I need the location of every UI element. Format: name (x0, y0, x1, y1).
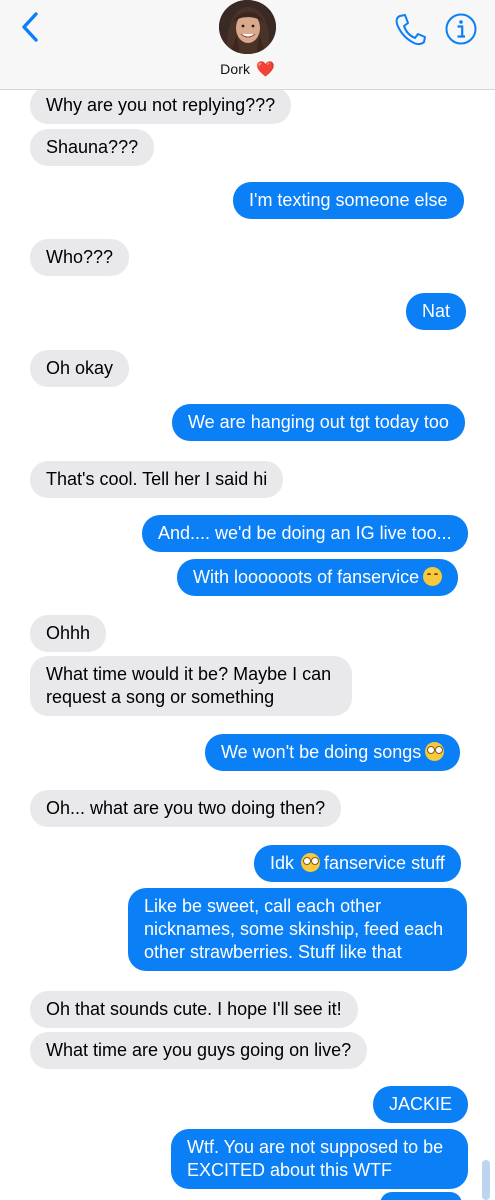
message-bubble-incoming[interactable]: Oh... what are you two doing then? (30, 790, 342, 827)
message-text: Oh that sounds cute. I hope I'll see it! (46, 999, 342, 1019)
message-bubble-outgoing[interactable]: We won't be doing songs (205, 734, 461, 771)
heart-emoji: ❤️ (256, 61, 275, 78)
message-text: What time would it be? Maybe I can reque… (46, 664, 332, 707)
message-bubble-outgoing[interactable]: Like be sweet, call each other nicknames… (128, 888, 467, 971)
phone-icon (395, 14, 426, 46)
message-text: Who??? (46, 247, 114, 267)
message-bubble-incoming[interactable]: Oh okay (30, 350, 130, 387)
message-text: Ohhh (46, 623, 91, 643)
message-bubble-incoming[interactable]: Who??? (30, 239, 130, 276)
rolling-eyes-emoji (301, 853, 321, 872)
message-bubble-outgoing[interactable]: I'm texting someone else (233, 182, 464, 219)
message-bubble-outgoing[interactable]: And.... we'd be doing an IG live too... (142, 515, 468, 552)
message-text: fanservice stuff (324, 853, 445, 873)
scrollbar[interactable] (482, 1160, 490, 1200)
message-text: What time are you guys going on live? (46, 1040, 352, 1060)
contact-name[interactable]: Dork ❤️ (0, 60, 495, 78)
message-text: Nat (422, 301, 451, 321)
message-text: And.... we'd be doing an IG live too... (158, 523, 452, 543)
message-bubble-outgoing[interactable]: Idk fanservice stuff (254, 845, 461, 882)
message-text: Like be sweet, call each other nicknames… (144, 896, 444, 962)
message-text: Oh... what are you two doing then? (46, 798, 326, 818)
message-text: We won't be doing songs (221, 742, 422, 762)
message-bubble-incoming[interactable]: What time are you guys going on live? (30, 1032, 368, 1069)
message-text: Why are you not replying??? (46, 95, 276, 115)
message-text: We are hanging out tgt today too (188, 412, 449, 432)
message-bubble-outgoing[interactable]: Wtf. You are not supposed to be EXCITED … (171, 1129, 468, 1189)
smiling-face-emoji (423, 567, 443, 586)
info-button[interactable] (444, 12, 478, 46)
message-bubble-incoming[interactable]: Oh that sounds cute. I hope I'll see it! (30, 991, 358, 1028)
message-text: With loooooots of fanservice (193, 567, 420, 587)
message-text: Idk (270, 853, 295, 873)
message-bubble-incoming[interactable]: Why are you not replying??? (30, 87, 292, 124)
back-button[interactable] (14, 10, 46, 44)
message-bubble-outgoing[interactable]: Nat (406, 293, 467, 330)
message-text: Wtf. You are not supposed to be EXCITED … (187, 1137, 444, 1180)
message-bubble-incoming[interactable]: That's cool. Tell her I said hi (30, 461, 284, 498)
conversation-header: Dork ❤️ (0, 0, 495, 90)
message-text: Shauna??? (46, 137, 139, 157)
rolling-eyes-emoji (425, 742, 445, 761)
message-text: I'm texting someone else (249, 190, 448, 210)
call-button[interactable] (392, 12, 428, 46)
message-bubble-outgoing[interactable]: We are hanging out tgt today too (172, 404, 465, 441)
info-icon (445, 13, 477, 45)
message-bubble-partial (380, 1192, 462, 1200)
message-bubble-outgoing[interactable]: With loooooots of fanservice (177, 559, 459, 596)
message-bubble-incoming[interactable]: Shauna??? (30, 129, 155, 166)
message-bubble-incoming[interactable]: Ohhh (30, 615, 107, 652)
message-text: JACKIE (389, 1094, 453, 1114)
chevron-left-icon (22, 12, 38, 42)
contact-avatar[interactable] (219, 0, 276, 54)
contact-name-text: Dork (220, 61, 251, 77)
message-text: That's cool. Tell her I said hi (46, 469, 268, 489)
message-text: Oh okay (46, 358, 114, 378)
message-bubble-incoming[interactable]: What time would it be? Maybe I can reque… (30, 656, 352, 716)
message-bubble-outgoing[interactable]: JACKIE (373, 1086, 469, 1123)
